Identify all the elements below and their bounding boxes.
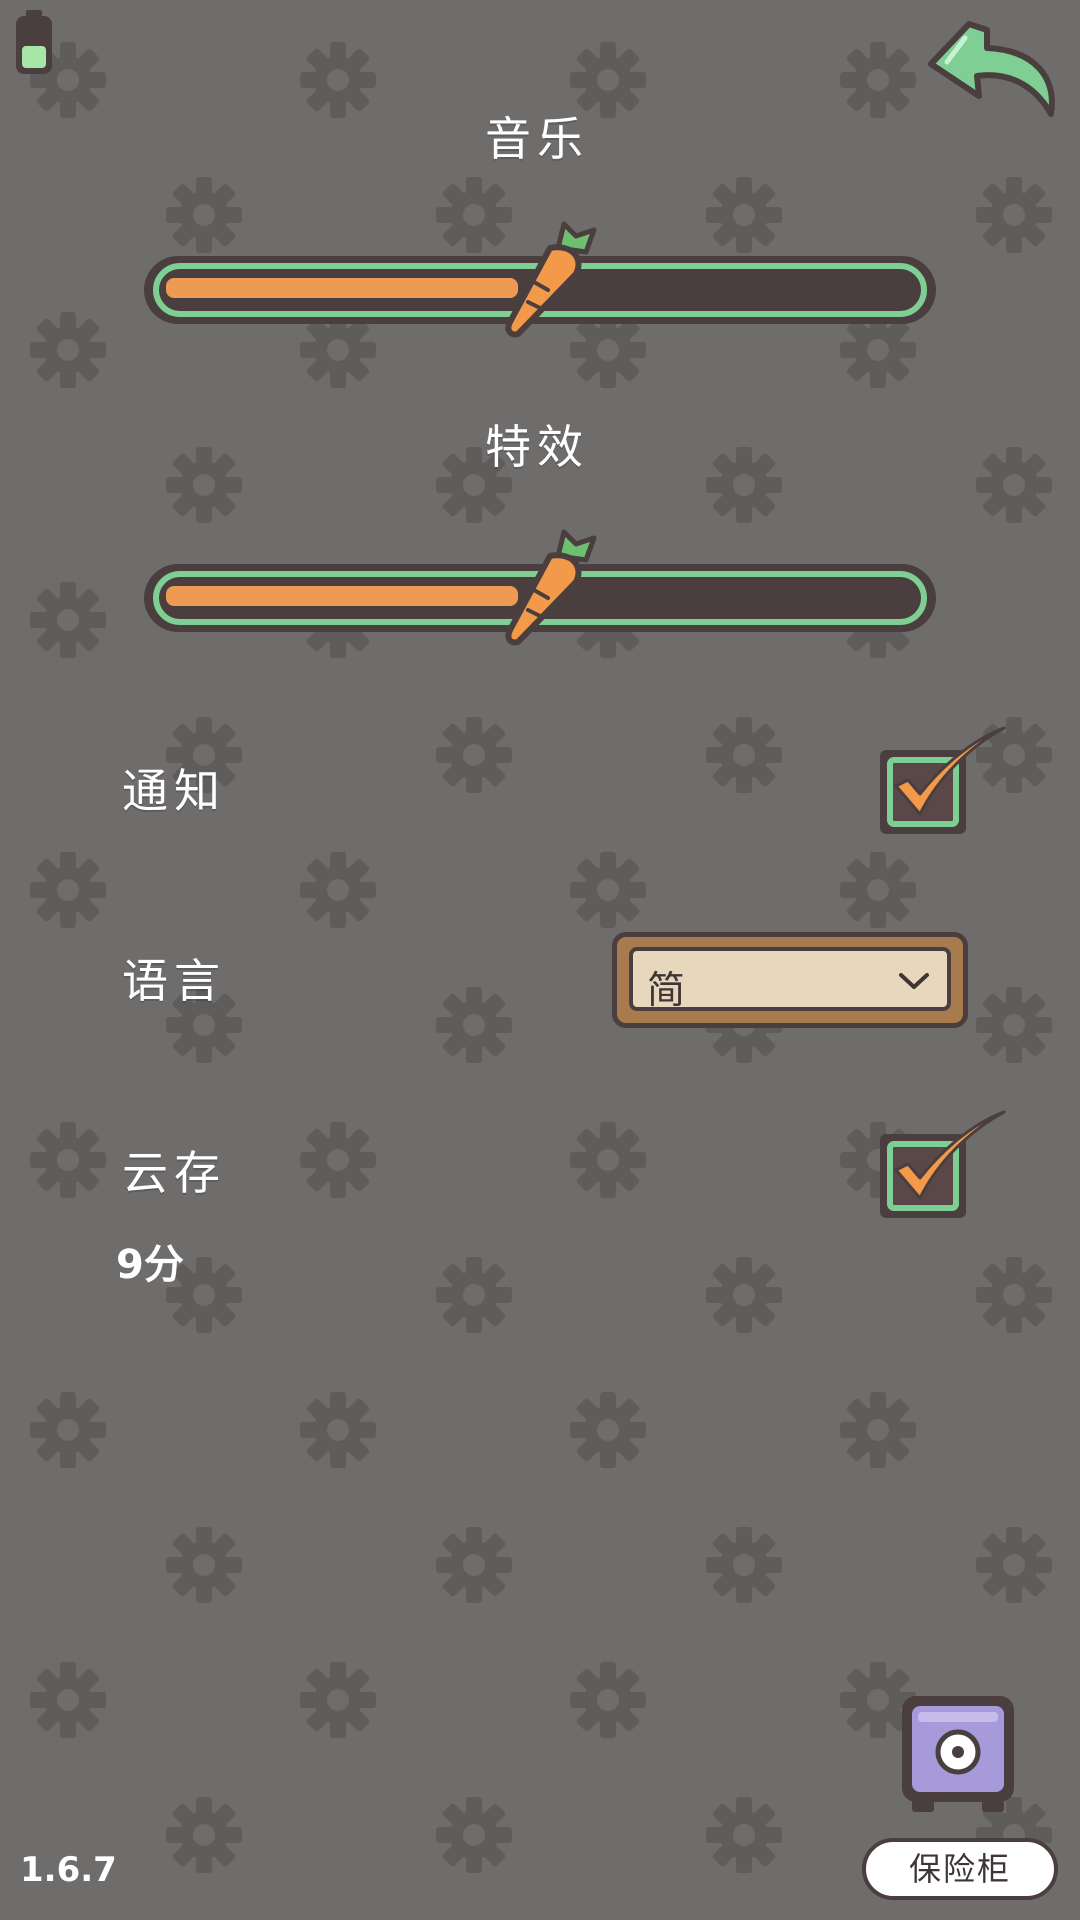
language-selected-value: 简 (647, 968, 686, 1012)
notification-checkbox[interactable] (876, 722, 1016, 842)
gear-icon (300, 1392, 376, 1468)
gear-icon (300, 1662, 376, 1738)
gear-icon (300, 1122, 376, 1198)
gear-icon (840, 42, 916, 118)
gear-icon (976, 447, 1052, 523)
gear-icon (706, 447, 782, 523)
gear-icon (706, 1527, 782, 1603)
gear-icon (706, 717, 782, 793)
music-label: 音乐 (485, 112, 589, 166)
gear-icon (976, 987, 1052, 1063)
effects-slider-carrot-icon[interactable] (494, 526, 604, 646)
gear-icon (166, 1797, 242, 1873)
safe-icon[interactable] (896, 1690, 1020, 1816)
gear-icon (166, 1527, 242, 1603)
gear-icon (30, 1662, 106, 1738)
gear-icon (436, 717, 512, 793)
battery-icon (16, 10, 52, 74)
vault-button[interactable]: 保险柜 (862, 1838, 1058, 1900)
gear-icon (706, 1797, 782, 1873)
gear-icon (570, 852, 646, 928)
gear-icon (30, 1392, 106, 1468)
cloud-save-checkbox[interactable] (876, 1106, 1016, 1226)
gear-icon (436, 1527, 512, 1603)
gear-icon (30, 582, 106, 658)
back-arrow-icon[interactable] (925, 18, 1065, 128)
effects-label: 特效 (485, 420, 589, 474)
gear-icon (300, 42, 376, 118)
gear-icon (570, 1662, 646, 1738)
gear-icon (976, 177, 1052, 253)
gear-icon (840, 852, 916, 928)
gear-icon (976, 1257, 1052, 1333)
gear-icon (706, 177, 782, 253)
cloud-save-label: 云存 (122, 1146, 226, 1200)
gear-icon (30, 1122, 106, 1198)
gear-icon (976, 1527, 1052, 1603)
gear-icon (706, 1257, 782, 1333)
gear-icon (436, 987, 512, 1063)
gear-icon (840, 1392, 916, 1468)
music-slider-carrot-icon[interactable] (494, 218, 604, 338)
gear-icon (570, 42, 646, 118)
gear-icon (436, 1797, 512, 1873)
language-dropdown[interactable]: 简 (612, 932, 968, 1028)
notification-label: 通知 (122, 764, 226, 818)
gear-icon (570, 1122, 646, 1198)
gear-icon (300, 852, 376, 928)
gear-icon (30, 852, 106, 928)
gear-icon (166, 177, 242, 253)
gear-icon (436, 1257, 512, 1333)
gear-icon (570, 1392, 646, 1468)
chevron-down-icon (899, 973, 929, 989)
cloud-save-detail: 9分 (116, 1242, 184, 1288)
language-label: 语言 (122, 954, 226, 1008)
gear-icon (166, 447, 242, 523)
version-label: 1.6.7 (20, 1850, 117, 1890)
gear-icon (30, 312, 106, 388)
